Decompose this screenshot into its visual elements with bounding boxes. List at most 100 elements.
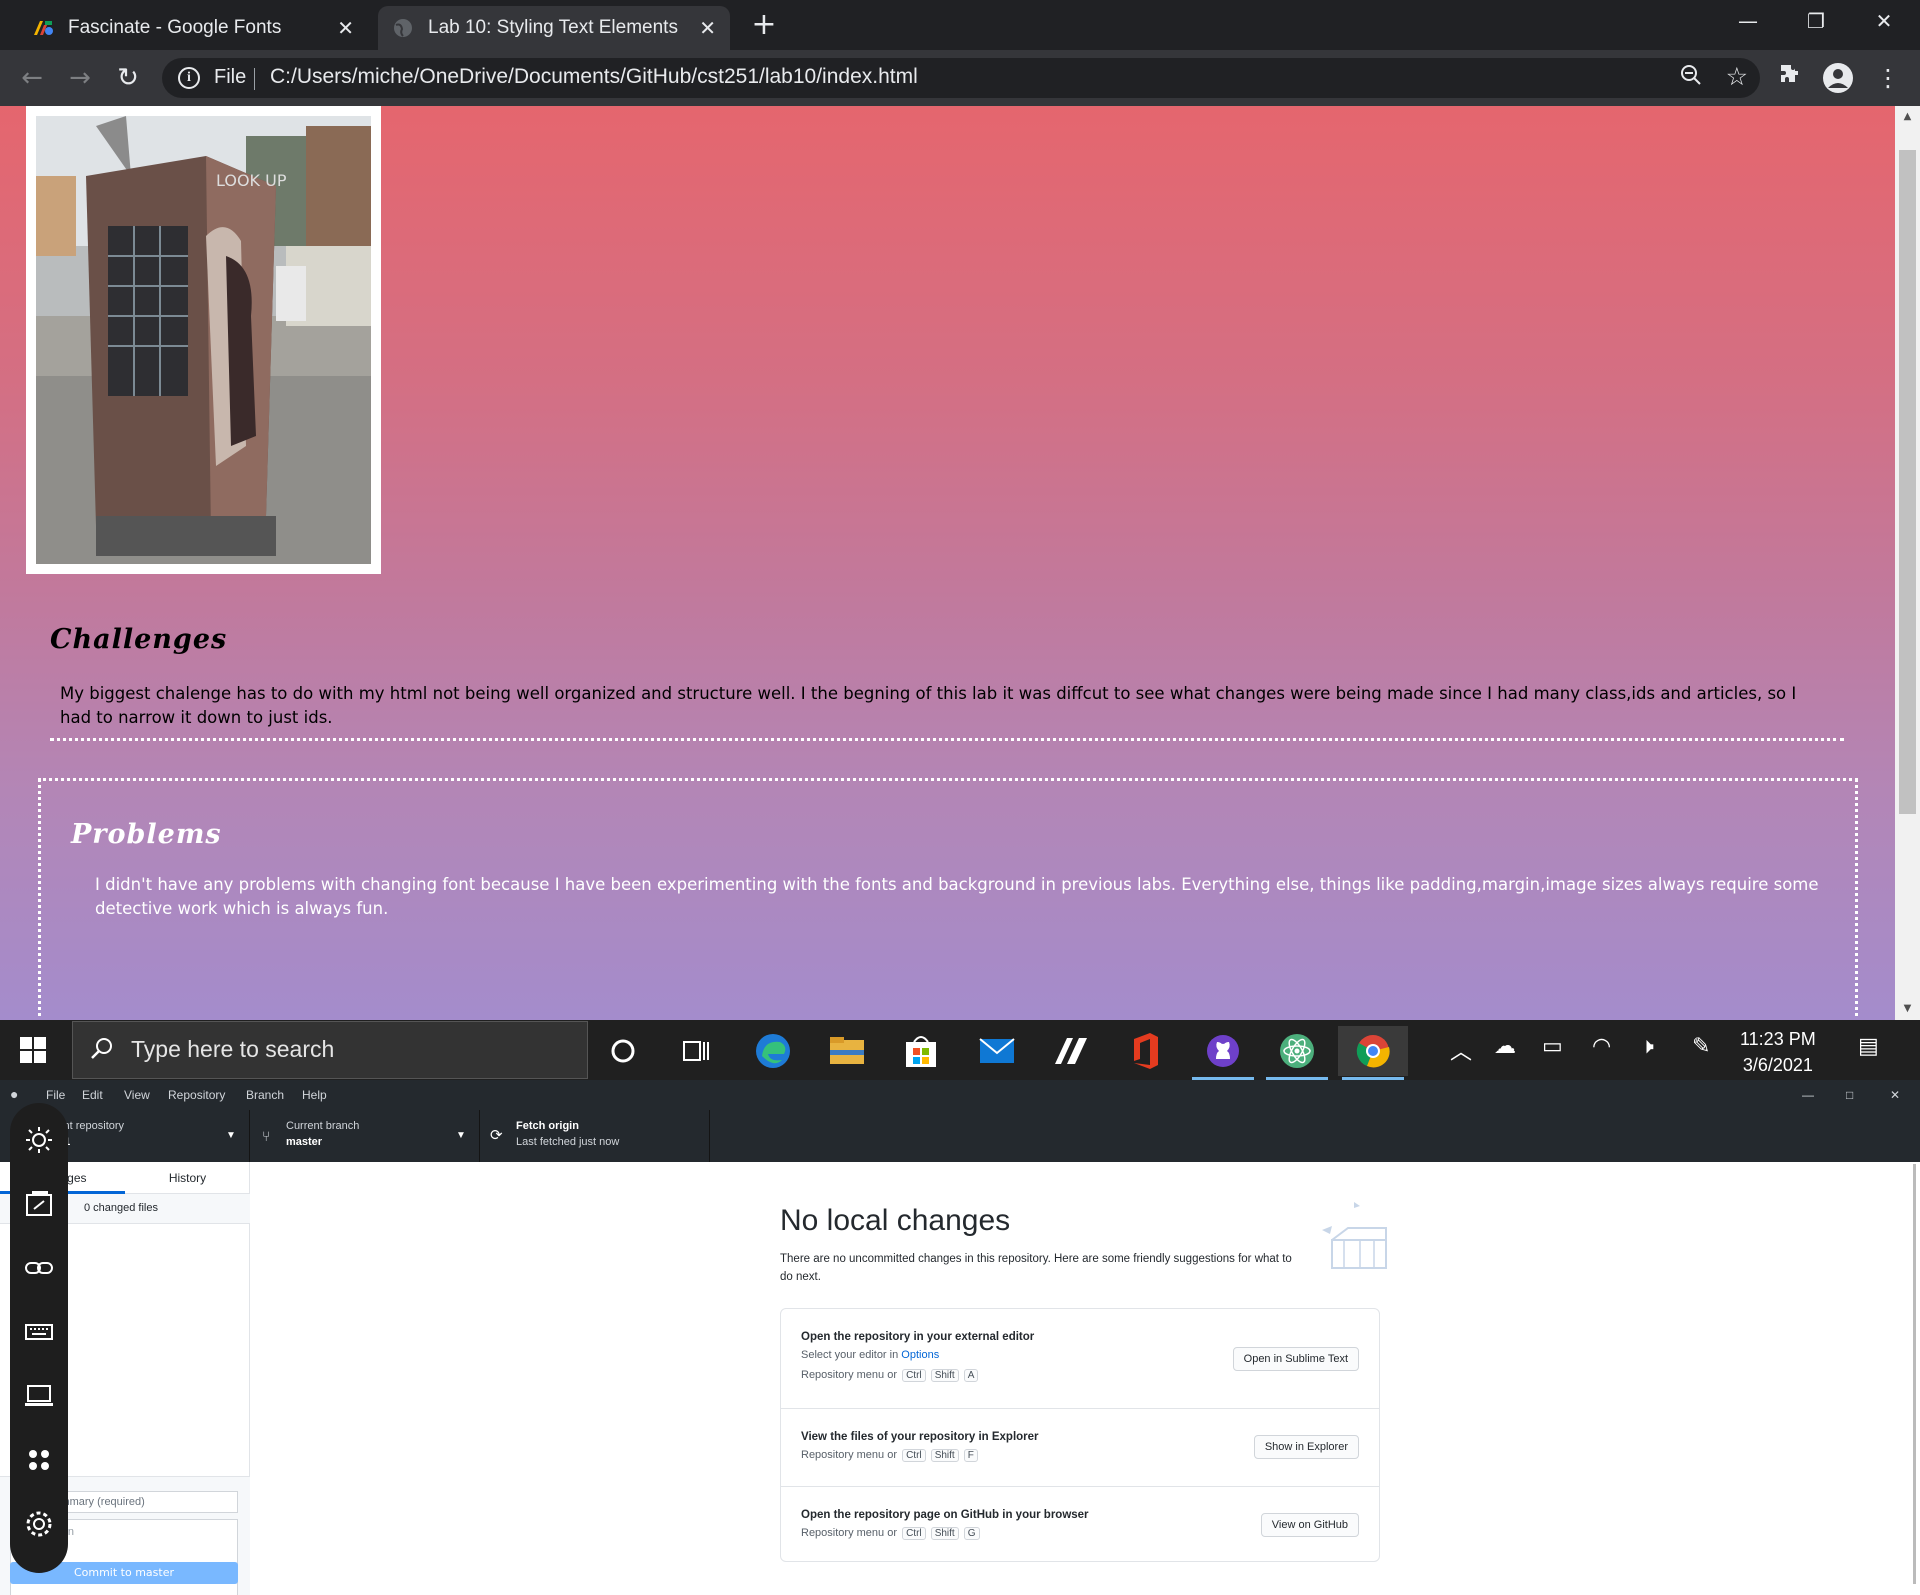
scrollbar-thumb[interactable]	[1913, 1164, 1916, 1584]
tab-google-fonts[interactable]: Fascinate - Google Fonts ✕	[18, 6, 368, 50]
keyboard-icon[interactable]	[24, 1317, 54, 1347]
forward-button[interactable]: →	[64, 62, 96, 94]
cortana-icon[interactable]	[588, 1026, 658, 1076]
edge-icon[interactable]	[738, 1026, 808, 1076]
options-link[interactable]: Options	[901, 1349, 939, 1361]
search-icon	[89, 1036, 115, 1069]
app-icon[interactable]	[1036, 1026, 1106, 1076]
restore-button[interactable]: ❐	[1782, 0, 1850, 44]
menu-kebab-icon[interactable]: ⋮	[1872, 62, 1904, 94]
taskbar-search-box[interactable]: Type here to search	[72, 1021, 588, 1079]
suggestion-sub: Select your editor in Options	[801, 1349, 939, 1361]
tab-strip: Fascinate - Google Fonts ✕ Lab 10: Styli…	[0, 0, 1920, 50]
scrollbar-thumb[interactable]	[1899, 150, 1916, 814]
tray-chevron-up-icon[interactable]: ︿	[1450, 1034, 1472, 1066]
minimize-button[interactable]: —	[1714, 0, 1782, 44]
tab-history[interactable]: History	[125, 1162, 250, 1194]
show-in-explorer-button[interactable]: Show in Explorer	[1253, 1435, 1359, 1459]
tab-title: Lab 10: Styling Text Elements	[428, 17, 678, 38]
branch-value: master	[286, 1136, 323, 1148]
reload-button[interactable]: ↻	[112, 62, 144, 94]
store-icon[interactable]	[886, 1026, 956, 1076]
page-scrollbar[interactable]: ▲ ▼	[1895, 106, 1920, 1020]
wifi-icon[interactable]: ◠	[1592, 1034, 1611, 1059]
scroll-up-arrow-icon[interactable]: ▲	[1895, 106, 1920, 128]
fetch-label: Fetch origin	[516, 1120, 579, 1132]
onedrive-icon[interactable]: ☁	[1494, 1034, 1516, 1059]
back-button[interactable]: ←	[16, 62, 48, 94]
atom-icon[interactable]	[1262, 1026, 1332, 1080]
windows-start-icon[interactable]	[20, 1037, 46, 1063]
open-in-editor-button[interactable]: Open in Sublime Text	[1232, 1347, 1359, 1371]
mail-icon[interactable]	[962, 1026, 1032, 1076]
chrome-icon[interactable]	[1338, 1026, 1408, 1080]
minimize-button[interactable]: —	[1802, 1088, 1814, 1102]
menu-help[interactable]: Help	[302, 1088, 327, 1102]
link-icon[interactable]	[24, 1253, 54, 1283]
windows-taskbar: Type here to search ︿ ☁ ▭ ◠ 🕨 ✎ 11:23 PM…	[0, 1020, 1920, 1080]
kbd-key: Shift	[930, 1449, 959, 1462]
menu-file[interactable]: File	[46, 1088, 65, 1102]
fetch-origin-button[interactable]: ⟳ Fetch origin Last fetched just now	[480, 1110, 710, 1162]
extensions-icon[interactable]	[1774, 62, 1806, 94]
shortcut-prefix: Repository menu or	[801, 1449, 897, 1461]
no-local-changes-text: There are no uncommitted changes in this…	[780, 1253, 1292, 1283]
menu-repository[interactable]: Repository	[168, 1088, 225, 1102]
gear-icon[interactable]	[24, 1509, 54, 1539]
browser-toolbar: ← → ↻ i File C:/Users/miche/OneDrive/Doc…	[0, 50, 1920, 106]
gh-scrollbar[interactable]	[1910, 1162, 1920, 1595]
tab-lab10[interactable]: Lab 10: Styling Text Elements ✕	[378, 6, 730, 50]
chevron-down-icon: ▼	[456, 1130, 466, 1141]
file-explorer-icon[interactable]	[812, 1026, 882, 1076]
menu-view[interactable]: View	[124, 1088, 150, 1102]
info-icon[interactable]: i	[178, 67, 200, 89]
fetch-sub: Last fetched just now	[516, 1136, 620, 1148]
close-icon[interactable]: ✕	[699, 16, 716, 41]
zoom-icon[interactable]	[1680, 64, 1702, 92]
volume-muted-icon[interactable]: 🕨	[1640, 1034, 1654, 1059]
kbd-key: Shift	[930, 1369, 959, 1382]
scroll-down-arrow-icon[interactable]: ▼	[1895, 998, 1920, 1020]
close-window-button[interactable]: ✕	[1850, 0, 1918, 44]
github-desktop-icon[interactable]	[1188, 1026, 1258, 1080]
taskbar-clock[interactable]: 11:23 PM 3/6/2021	[1740, 1026, 1816, 1078]
notifications-icon[interactable]: ▤	[1858, 1034, 1879, 1059]
bookmark-star-icon[interactable]: ☆	[1726, 62, 1748, 91]
kbd-key: Ctrl	[902, 1527, 926, 1540]
suggestion-row-explorer: View the files of your repository in Exp…	[781, 1409, 1379, 1487]
kbd-key: A	[963, 1369, 979, 1382]
brightness-icon[interactable]	[24, 1125, 54, 1155]
svg-text:LOOK UP: LOOK UP	[216, 171, 287, 190]
profile-avatar-icon[interactable]	[1822, 62, 1854, 94]
suggestion-row-github: Open the repository page on GitHub in yo…	[781, 1487, 1379, 1561]
problems-heading: Problems	[71, 819, 222, 850]
no-local-changes-title: No local changes	[780, 1204, 1011, 1237]
current-branch-button[interactable]: ⑂ Current branch master ▼	[250, 1110, 480, 1162]
challenges-heading: Challenges	[50, 624, 228, 655]
summary-input[interactable]: Summary (required)	[40, 1491, 238, 1513]
maximize-button[interactable]: □	[1846, 1088, 1853, 1102]
gh-toolbar: Current repository cst251 ▼ ⑂ Current br…	[0, 1110, 1920, 1162]
battery-icon[interactable]: ▭	[1542, 1034, 1563, 1059]
pen-icon[interactable]: ✎	[1692, 1034, 1710, 1059]
laptop-icon[interactable]	[24, 1381, 54, 1411]
menu-branch[interactable]: Branch	[246, 1088, 284, 1102]
apps-grid-icon[interactable]	[24, 1445, 54, 1475]
shortcut-prefix: Repository menu or	[801, 1527, 897, 1539]
scheme-label: File	[214, 66, 247, 88]
empty-state-illustration-icon	[1322, 1202, 1387, 1269]
photo-frame: LOOK UP	[26, 106, 381, 574]
url-text[interactable]: C:/Users/miche/OneDrive/Documents/GitHub…	[270, 65, 918, 89]
office-icon[interactable]	[1110, 1026, 1180, 1076]
menu-edit[interactable]: Edit	[82, 1088, 103, 1102]
address-bar[interactable]: i File C:/Users/miche/OneDrive/Documents…	[162, 58, 1760, 98]
view-on-github-button[interactable]: View on GitHub	[1260, 1513, 1359, 1537]
screenshot-icon[interactable]	[24, 1189, 54, 1219]
new-tab-button[interactable]: +	[750, 8, 778, 42]
close-icon[interactable]: ✕	[337, 16, 354, 41]
close-window-button[interactable]: ✕	[1890, 1088, 1900, 1102]
github-desktop-window: ● File Edit View Repository Branch Help …	[0, 1080, 1920, 1595]
task-view-icon[interactable]	[661, 1026, 731, 1076]
suggestion-shortcut: Repository menu or Ctrl Shift G	[801, 1527, 980, 1540]
suggestion-shortcut: Repository menu or Ctrl Shift A	[801, 1369, 979, 1382]
